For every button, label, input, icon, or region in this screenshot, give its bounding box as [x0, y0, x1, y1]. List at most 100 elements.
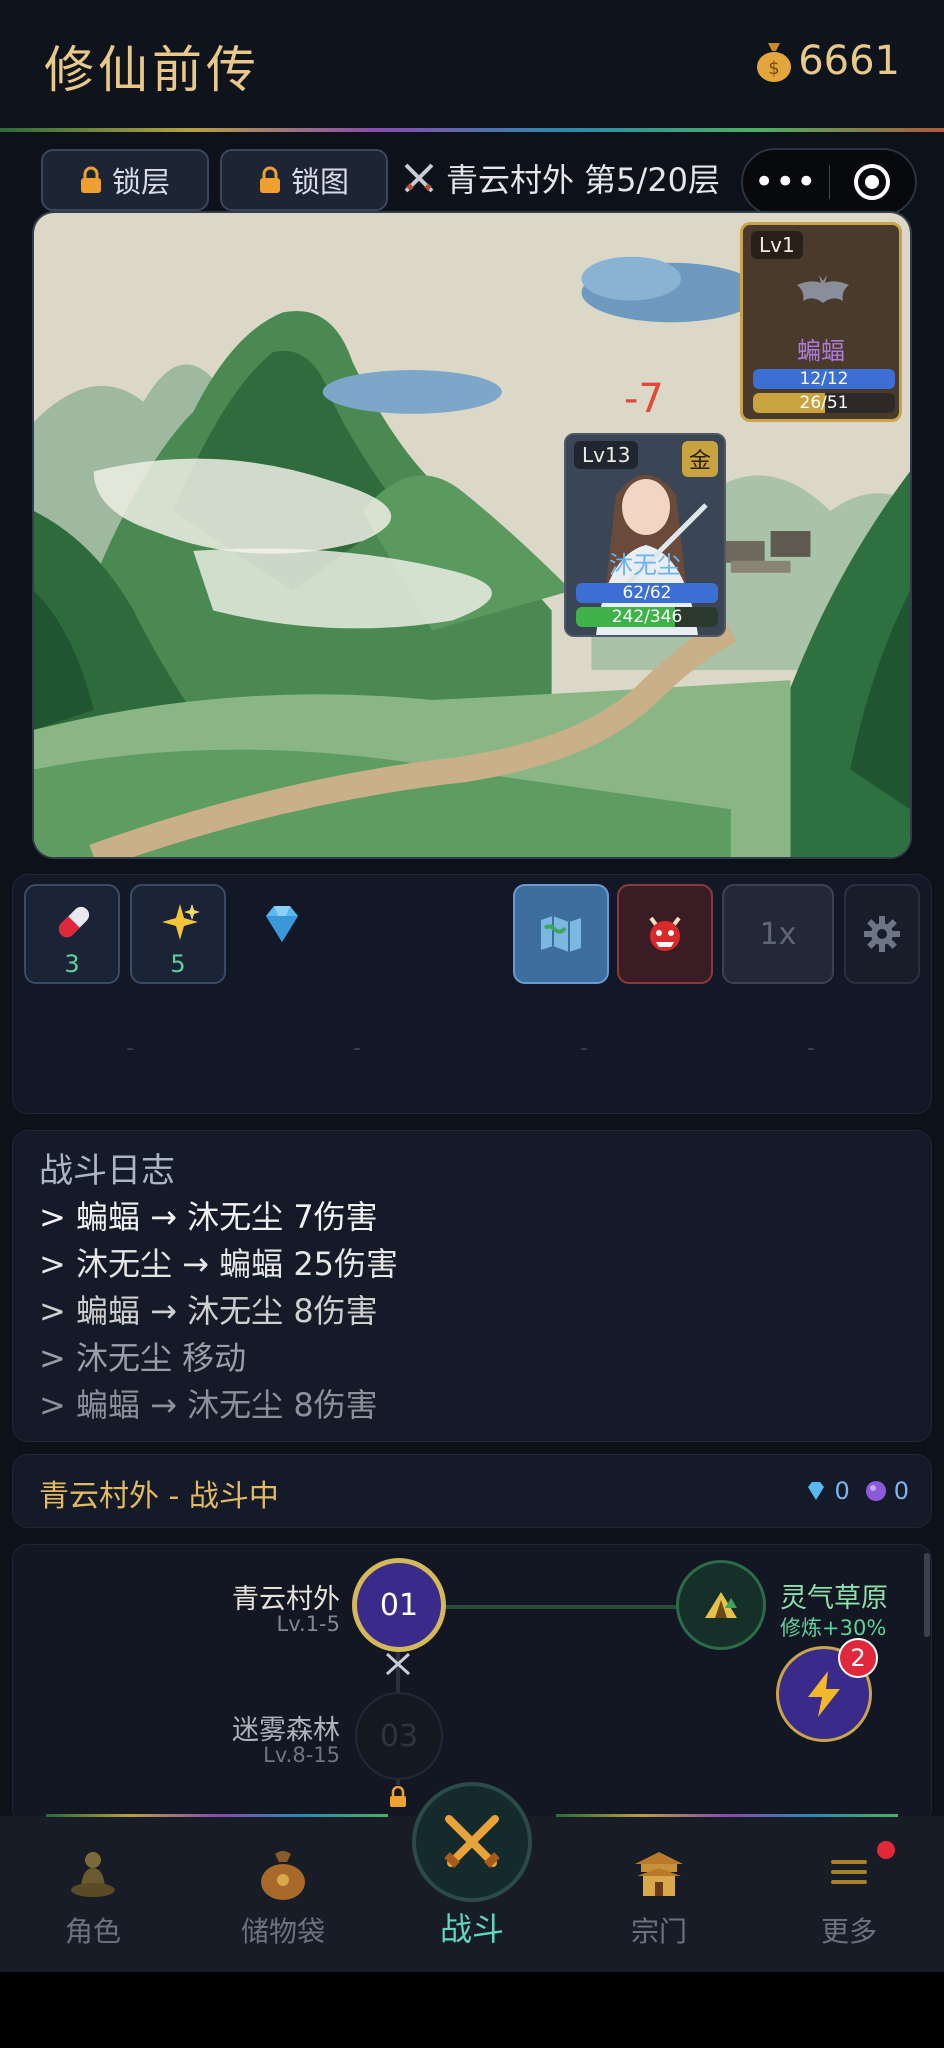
tab-more[interactable]: 更多	[774, 1846, 924, 1966]
orb-count: 0	[893, 1477, 909, 1505]
target-icon	[854, 164, 891, 200]
hero-exp-bar: 242/346	[576, 607, 718, 627]
tab-more-label: 更多	[820, 1915, 877, 1948]
empty-slot-4: -	[807, 1036, 815, 1061]
log-line: > 蝙蝠 → 沐无尘 8伤害	[39, 1386, 378, 1424]
hero-exp-text: 242/346	[611, 607, 683, 627]
speed-label: 1x	[759, 916, 797, 952]
tab-battle-label: 战斗	[439, 1910, 504, 1948]
enemy-hp-bar: 12/12	[753, 369, 895, 389]
zone-level-qingyun: Lv.1-5	[276, 1612, 340, 1636]
zone-bonus-grassland: 修炼+30%	[780, 1616, 887, 1640]
zone-name-grassland: 灵气草原	[780, 1583, 888, 1614]
spirit-orb-icon	[865, 1481, 886, 1501]
lock-map-button[interactable]: 锁图	[220, 149, 388, 211]
money-bag-icon: $	[757, 43, 792, 82]
hero-hp-bar: 62/62	[576, 583, 718, 603]
diamond-icon[interactable]	[258, 900, 306, 948]
log-line: > 沐无尘 移动	[39, 1339, 247, 1377]
more-notification-dot	[877, 1841, 895, 1859]
settings-button[interactable]	[844, 884, 920, 984]
map-button[interactable]	[513, 884, 609, 984]
crossed-swords-icon	[404, 163, 434, 193]
lock-floor-button[interactable]: 锁层	[41, 149, 209, 211]
crossed-swords-icon	[385, 1652, 411, 1676]
enemy-unit-card[interactable]: Lv1 蝙蝠 12/12 26/51	[740, 222, 902, 422]
hero-level: Lv13	[574, 441, 639, 469]
map-icon	[541, 916, 581, 952]
demon-boss-button[interactable]	[617, 884, 713, 984]
more-options-button[interactable]: •••	[743, 152, 829, 212]
battle-status-bar: 青云村外 - 战斗中 0 0	[12, 1454, 932, 1528]
lock-icon	[259, 166, 280, 193]
gold-amount: 6661	[798, 38, 900, 84]
crossed-swords-icon	[444, 1815, 500, 1868]
stage-title: 青云村外 第5/20层	[402, 155, 720, 201]
tab-role-label: 角色	[64, 1915, 121, 1948]
tab-role[interactable]: 角色	[18, 1846, 168, 1966]
speed-button[interactable]: 1x	[722, 884, 834, 984]
mini-program-capsule: •••	[741, 148, 917, 216]
notification-badge: 2	[838, 1638, 878, 1678]
enemy-hp-text: 12/12	[799, 369, 849, 389]
enemy-exp-bar: 26/51	[753, 393, 895, 413]
empty-slot-2: -	[353, 1036, 361, 1061]
temple-icon	[635, 1852, 683, 1896]
demon-mask-icon	[649, 916, 681, 951]
zone-name-qingyun: 青云村外	[232, 1584, 340, 1615]
tab-bar-divider	[46, 1814, 388, 1817]
pill-item-button[interactable]: 3	[24, 884, 120, 984]
tab-battle[interactable]	[412, 1782, 532, 1902]
lock-map-label: 锁图	[290, 165, 349, 199]
lock-icon	[80, 166, 101, 193]
battle-status-text: 青云村外 - 战斗中	[39, 1479, 279, 1514]
meditation-figure-icon	[71, 1852, 115, 1897]
battle-log-title: 战斗日志	[39, 1151, 175, 1191]
storage-bag-icon	[261, 1851, 305, 1900]
stage-label: 青云村外 第5/20层	[446, 161, 721, 199]
close-mini-program-button[interactable]	[830, 162, 916, 202]
enemy-level: Lv1	[751, 231, 803, 259]
pill-count: 3	[64, 950, 80, 978]
zone-level-mist-forest: Lv.8-15	[263, 1743, 340, 1767]
header-divider	[0, 128, 944, 132]
pill-icon	[58, 906, 90, 938]
app-root: 修仙前传 $ 6661 锁层 锁图 青云村外 第5/20层 ••• Lv1 蝙蝠…	[0, 0, 944, 1972]
map-node-01[interactable]: 01	[352, 1558, 446, 1652]
damage-float: -7	[624, 376, 664, 422]
log-line: > 蝙蝠 → 沐无尘 7伤害	[39, 1198, 378, 1236]
hero-name: 沐无尘	[609, 551, 681, 579]
svg-text:$: $	[768, 58, 779, 79]
node-number: 03	[379, 1718, 419, 1754]
zone-name-mist-forest: 迷雾森林	[232, 1715, 340, 1746]
log-line: > 沐无尘 → 蝙蝠 25伤害	[39, 1245, 399, 1283]
enemy-name: 蝙蝠	[797, 337, 845, 365]
lightning-icon	[808, 1671, 840, 1717]
tab-bag[interactable]: 储物袋	[208, 1846, 358, 1966]
map-node-03[interactable]: 03	[355, 1692, 443, 1780]
menu-scroll-icon	[831, 1860, 867, 1884]
node-number: 01	[379, 1587, 419, 1623]
empty-slot-3: -	[580, 1036, 588, 1061]
map-node-grassland[interactable]	[676, 1560, 766, 1650]
gold-display: $ 6661	[754, 38, 900, 84]
hero-unit-card[interactable]: Lv13 金 沐无尘 62/62 242/346	[564, 433, 726, 637]
hero-hp-text: 62/62	[622, 583, 672, 603]
log-line: > 蝙蝠 → 沐无尘 8伤害	[39, 1292, 378, 1330]
camp-tent-icon	[705, 1592, 737, 1618]
tab-sect[interactable]: 宗门	[584, 1846, 734, 1966]
diamond-count: 0	[834, 1477, 850, 1505]
app-title: 修仙前传	[44, 41, 260, 99]
map-scrollbar[interactable]	[924, 1553, 930, 1637]
lock-icon	[390, 1786, 406, 1807]
bat-icon	[797, 275, 849, 303]
tab-bag-label: 储物袋	[240, 1915, 325, 1948]
battle-log[interactable]: 战斗日志 > 蝙蝠 → 沐无尘 7伤害 > 沐无尘 → 蝙蝠 25伤害 > 蝙蝠…	[12, 1130, 932, 1442]
gear-icon	[864, 916, 900, 952]
sparkle-item-button[interactable]: 5	[130, 884, 226, 984]
tab-sect-label: 宗门	[630, 1915, 687, 1948]
diamond-icon	[808, 1482, 825, 1500]
empty-slot-1: -	[126, 1036, 134, 1061]
lock-floor-label: 锁层	[111, 165, 170, 199]
tab-bar-divider	[556, 1814, 898, 1817]
